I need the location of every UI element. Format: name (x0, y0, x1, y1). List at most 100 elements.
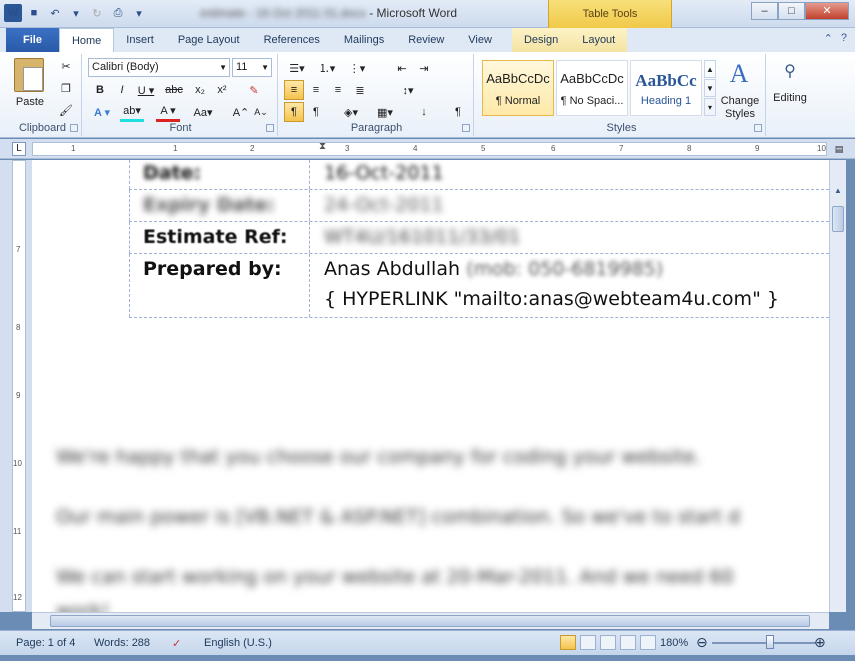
styles-scroll-up-icon[interactable]: ▲ (704, 60, 716, 78)
view-ruler-icon[interactable]: ▤ (832, 142, 846, 156)
tab-layout[interactable]: Layout (570, 28, 628, 52)
decrease-indent-icon[interactable]: ⇤ (392, 58, 412, 78)
shrink-font-icon[interactable]: A⌄ (252, 102, 270, 122)
tab-file[interactable]: File (6, 28, 59, 52)
hyperlink-field-code[interactable]: { HYPERLINK "mailto:anas@webteam4u.com" … (324, 288, 779, 310)
indent-marker-icon[interactable]: ⧗ (319, 141, 326, 152)
style-no-spacing[interactable]: AaBbCcDc ¶ No Spaci... (556, 60, 628, 116)
show-hide-icon[interactable]: ¶ (448, 102, 468, 122)
horizontal-ruler[interactable]: 1 1 2 3 4 5 6 7 8 9 10 ⧗ (32, 141, 827, 156)
tab-home[interactable]: Home (58, 28, 115, 52)
justify-icon[interactable]: ≣ (350, 80, 370, 100)
print-preview-icon[interactable]: ⎙ (109, 4, 127, 22)
highlight-icon[interactable]: ab▾ (120, 102, 144, 122)
tab-view[interactable]: View (456, 28, 504, 52)
outline-view-icon[interactable] (620, 635, 636, 650)
copy-icon[interactable]: ❐ (56, 78, 76, 98)
sort-icon[interactable]: ↓ (414, 102, 434, 122)
increase-indent-icon[interactable]: ⇥ (414, 58, 434, 78)
format-painter-icon[interactable]: 🖌 (56, 100, 76, 120)
zoom-level[interactable]: 180% (660, 637, 688, 649)
paragraph-launcher-icon[interactable] (462, 124, 470, 132)
line-spacing-icon[interactable]: ↕▾ (396, 80, 420, 100)
vertical-ruler[interactable]: 7 8 9 10 11 12 (12, 160, 26, 612)
vertical-scrollbar[interactable]: ▲ (829, 160, 846, 612)
undo-icon[interactable]: ↶ (46, 4, 64, 22)
shading-icon[interactable]: ◈▾ (338, 102, 364, 122)
horizontal-scrollbar[interactable] (32, 612, 829, 629)
styles-scroll-down-icon[interactable]: ▼ (704, 79, 716, 97)
superscript-icon[interactable]: x² (212, 80, 232, 100)
editing-button[interactable]: Editing (768, 88, 812, 108)
clipboard-launcher-icon[interactable] (70, 124, 78, 132)
ltr-icon[interactable]: ¶ (284, 102, 304, 122)
zoom-in-icon[interactable]: ⊕ (814, 634, 826, 651)
chevron-down-icon[interactable]: ▼ (219, 59, 227, 76)
italic-icon[interactable]: I (112, 80, 132, 100)
strikethrough-icon[interactable]: abc (162, 80, 186, 100)
cut-icon[interactable]: ✂ (56, 56, 76, 76)
help-icon[interactable]: ? (841, 32, 847, 45)
clear-formatting-icon[interactable]: ✎ (242, 80, 266, 100)
draft-view-icon[interactable] (640, 635, 656, 650)
styles-more-icon[interactable]: ▾ (704, 98, 716, 116)
font-color-icon[interactable]: A ▾ (156, 102, 180, 122)
text-effects-icon[interactable]: A ▾ (90, 102, 114, 122)
underline-icon[interactable]: U ▾ (134, 80, 158, 100)
multilevel-list-icon[interactable]: ⋮▾ (344, 58, 370, 78)
change-styles-button[interactable]: Change Styles (716, 94, 764, 122)
word-logo-icon[interactable]: W (4, 4, 22, 22)
tab-design[interactable]: Design (511, 28, 571, 52)
change-case-icon[interactable]: Aa▾ (190, 102, 216, 122)
font-size-combo[interactable]: 11 ▼ (232, 58, 272, 77)
tab-insert[interactable]: Insert (114, 28, 166, 52)
proofing-icon[interactable]: ✓ (172, 637, 181, 650)
minimize-ribbon-icon[interactable]: ⌃ (824, 32, 833, 45)
tab-page-layout[interactable]: Page Layout (166, 28, 252, 52)
web-layout-view-icon[interactable] (600, 635, 616, 650)
align-right-icon[interactable]: ≡ (328, 80, 348, 100)
print-layout-view-icon[interactable] (560, 635, 576, 650)
font-name-combo[interactable]: Calibri (Body) ▼ (88, 58, 230, 77)
document-page[interactable]: Date: 16-Oct-2011 Expiry Date: 24-Oct-20… (32, 160, 829, 612)
undo-dropdown-icon[interactable]: ▾ (67, 4, 85, 22)
align-left-icon[interactable]: ≡ (284, 80, 304, 100)
tab-selector[interactable]: L (12, 142, 26, 156)
tab-mailings[interactable]: Mailings (332, 28, 396, 52)
customize-qat-icon[interactable]: ▾ (130, 4, 148, 22)
close-button[interactable]: ✕ (805, 2, 849, 20)
subscript-icon[interactable]: x₂ (190, 80, 210, 100)
rtl-icon[interactable]: ¶ (306, 102, 326, 122)
borders-icon[interactable]: ▦▾ (372, 102, 398, 122)
bold-icon[interactable]: B (90, 80, 110, 100)
zoom-out-icon[interactable]: ⊖ (696, 634, 708, 651)
maximize-button[interactable]: □ (778, 2, 805, 20)
full-screen-view-icon[interactable] (580, 635, 596, 650)
redo-icon[interactable]: ↻ (88, 4, 106, 22)
grow-font-icon[interactable]: A⌃ (232, 102, 250, 122)
language-indicator[interactable]: English (U.S.) (204, 637, 272, 649)
bullets-icon[interactable]: ☰▾ (284, 58, 310, 78)
style-heading-1[interactable]: AaBbCc Heading 1 (630, 60, 702, 116)
numbering-icon[interactable]: ⒈▾ (314, 58, 340, 78)
paste-icon[interactable] (14, 58, 44, 92)
styles-launcher-icon[interactable] (754, 124, 762, 132)
paste-button[interactable]: Paste (10, 92, 50, 112)
align-center-icon[interactable]: ≡ (306, 80, 326, 100)
save-icon[interactable]: ■ (25, 4, 43, 22)
vertical-scroll-thumb[interactable] (832, 206, 844, 232)
scroll-up-icon[interactable]: ▲ (832, 186, 844, 200)
zoom-slider-knob[interactable] (766, 635, 774, 649)
chevron-down-icon[interactable]: ▼ (261, 59, 269, 76)
zoom-slider[interactable] (712, 642, 816, 644)
tab-review[interactable]: Review (396, 28, 456, 52)
page-count[interactable]: Page: 1 of 4 (16, 637, 75, 649)
word-count[interactable]: Words: 288 (94, 637, 150, 649)
tab-references[interactable]: References (252, 28, 332, 52)
horizontal-scroll-thumb[interactable] (50, 615, 810, 627)
change-styles-icon[interactable]: A (722, 58, 756, 90)
minimize-button[interactable]: – (751, 2, 778, 20)
binoculars-icon[interactable]: ⚲ (776, 58, 804, 84)
style-normal[interactable]: AaBbCcDc ¶ Normal (482, 60, 554, 116)
font-launcher-icon[interactable] (266, 124, 274, 132)
